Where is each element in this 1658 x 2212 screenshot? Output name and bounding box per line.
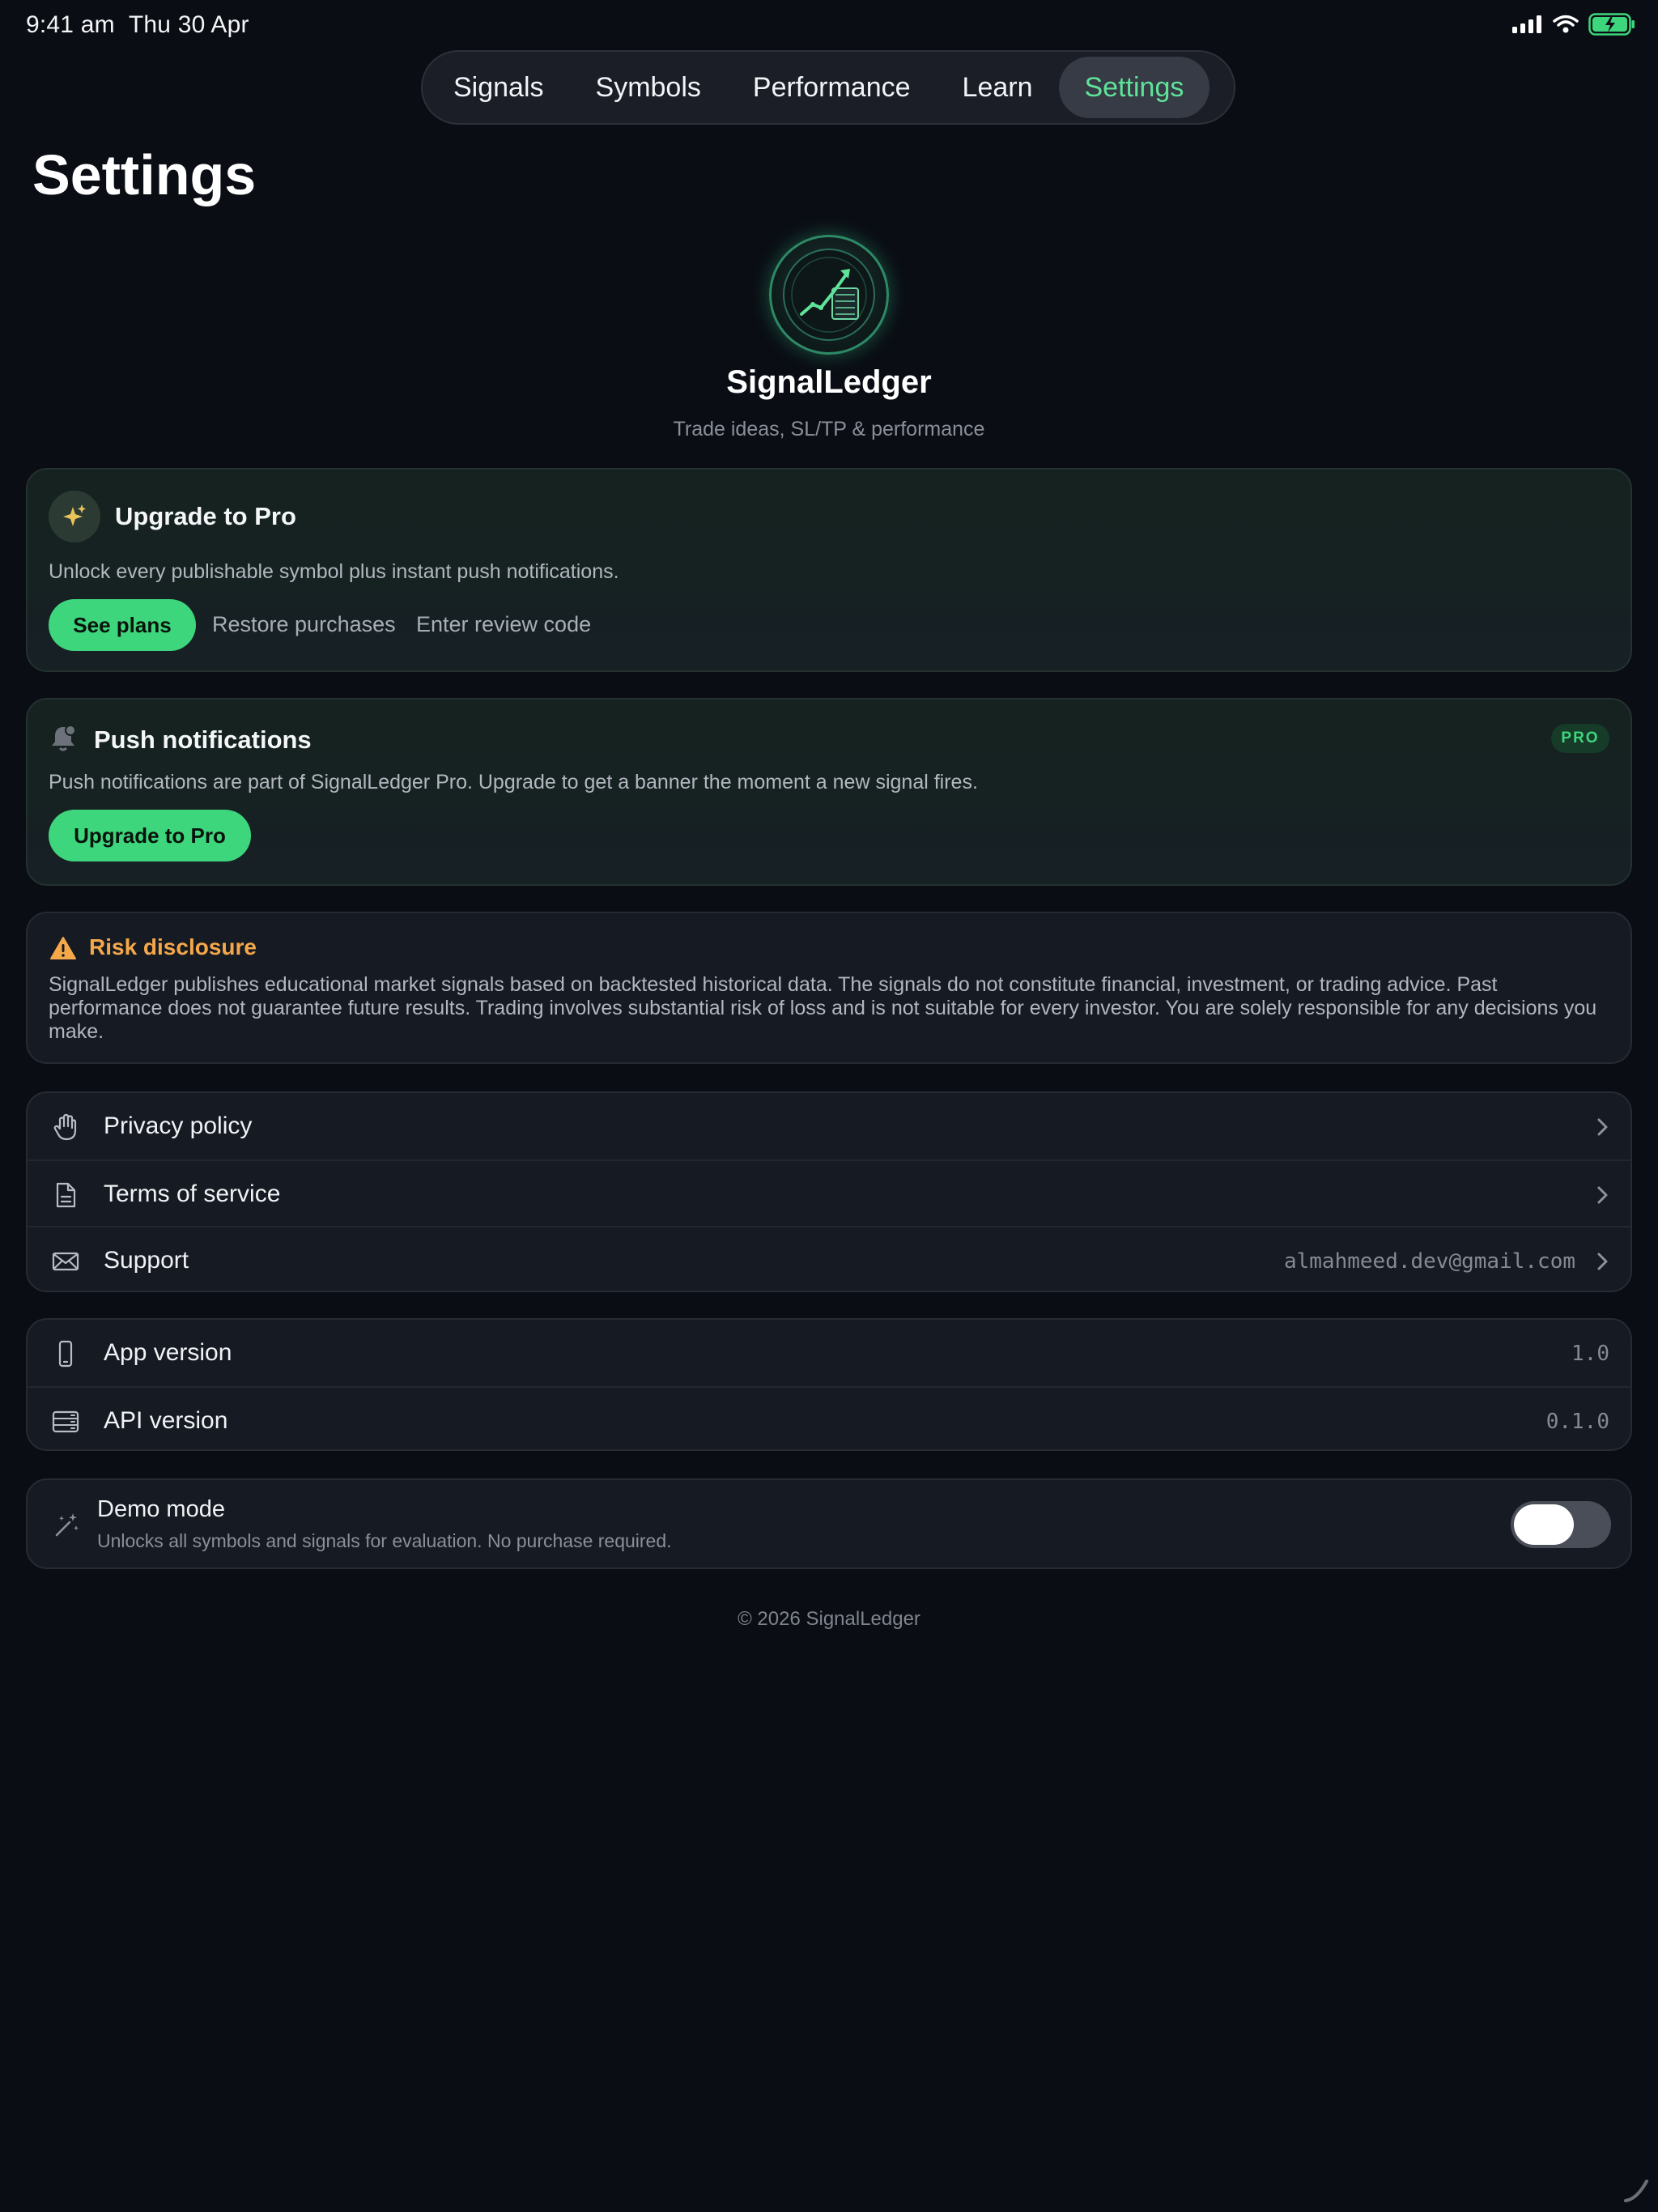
app-tagline: Trade ideas, SL/TP & performance [673,418,985,440]
tab-performance[interactable]: Performance [727,57,937,118]
page-title: Settings [32,143,257,206]
support-email: almahmeed.dev@gmail.com [1283,1249,1575,1274]
upgrade-card: Upgrade to Pro Unlock every publishable … [26,468,1632,672]
push-notifications-description: Push notifications are part of SignalLed… [49,771,978,793]
terms-of-service-row[interactable]: Terms of service [28,1159,1630,1227]
phone-icon [58,1340,73,1368]
battery-charging-icon [1588,13,1635,36]
status-clock: 9:41 am [26,11,115,38]
cellular-signal-icon [1512,15,1541,33]
document-icon [56,1182,76,1208]
resize-grabber-icon[interactable] [1622,2176,1650,2204]
push-notifications-title: Push notifications [94,725,312,754]
tab-settings[interactable]: Settings [1058,57,1210,118]
tab-symbols[interactable]: Symbols [570,57,727,118]
magic-wand-icon [55,1513,79,1537]
upgrade-title: Upgrade to Pro [115,502,296,530]
status-time: 9:41 am Thu 30 Apr [26,11,249,39]
privacy-policy-row[interactable]: Privacy policy [28,1093,1630,1159]
app-version-label: App version [104,1339,232,1366]
restore-purchases-link[interactable]: Restore purchases [212,612,396,637]
hand-raised-icon [53,1113,77,1141]
chevron-right-icon [1597,1118,1608,1136]
segmented-tab-bar: Signals Symbols Performance Learn Settin… [421,50,1235,125]
terms-of-service-label: Terms of service [104,1180,281,1207]
api-version-value: 0.1.0 [1545,1410,1609,1434]
sparkles-icon [63,504,86,526]
bell-icon [52,725,76,751]
support-row[interactable]: Support almahmeed.dev@gmail.com [28,1226,1630,1294]
risk-disclosure-text: SignalLedger publishes educational marke… [49,973,1597,1043]
chart-arrow-logo-icon [783,249,875,341]
demo-mode-subtitle: Unlocks all symbols and signals for eval… [97,1530,672,1551]
demo-mode-card: Demo mode Unlocks all symbols and signal… [26,1478,1632,1569]
risk-disclosure-card: Risk disclosure SignalLedger publishes e… [26,912,1632,1064]
wifi-icon [1553,15,1579,33]
envelope-icon [52,1252,79,1271]
app-version-value: 1.0 [1571,1342,1609,1366]
privacy-policy-label: Privacy policy [104,1112,253,1139]
api-version-label: API version [104,1407,228,1434]
demo-mode-toggle[interactable] [1511,1501,1611,1548]
api-version-row: API version 0.1.0 [28,1386,1630,1454]
status-bar: 9:41 am Thu 30 Apr [0,0,1658,52]
app-logo [769,235,889,355]
see-plans-button[interactable]: See plans [49,599,196,651]
enter-review-code-link[interactable]: Enter review code [416,612,591,637]
upgrade-description: Unlock every publishable symbol plus ins… [49,560,619,583]
server-icon [52,1410,79,1433]
links-list: Privacy policy Terms of service Support … [26,1091,1632,1292]
pro-badge: PRO [1551,724,1609,753]
chevron-right-icon [1597,1253,1608,1270]
support-label: Support [104,1247,189,1274]
status-date: Thu 30 Apr [128,11,249,38]
sparkle-badge [49,491,100,542]
footer-copyright: © 2026 SignalLedger [738,1608,920,1630]
tab-signals[interactable]: Signals [427,57,570,118]
warning-icon [50,937,76,959]
chevron-right-icon [1597,1186,1608,1204]
app-name: SignalLedger [726,364,932,400]
app-version-row: App version 1.0 [28,1320,1630,1386]
tab-learn[interactable]: Learn [937,57,1059,118]
push-notifications-card: Push notifications PRO Push notification… [26,698,1632,886]
upgrade-to-pro-button[interactable]: Upgrade to Pro [49,810,251,861]
risk-disclosure-title: Risk disclosure [89,934,257,959]
status-icons [1512,13,1635,36]
toggle-knob [1514,1504,1574,1545]
version-info-list: App version 1.0 API version 0.1.0 [26,1318,1632,1451]
demo-mode-title: Demo mode [97,1496,225,1522]
